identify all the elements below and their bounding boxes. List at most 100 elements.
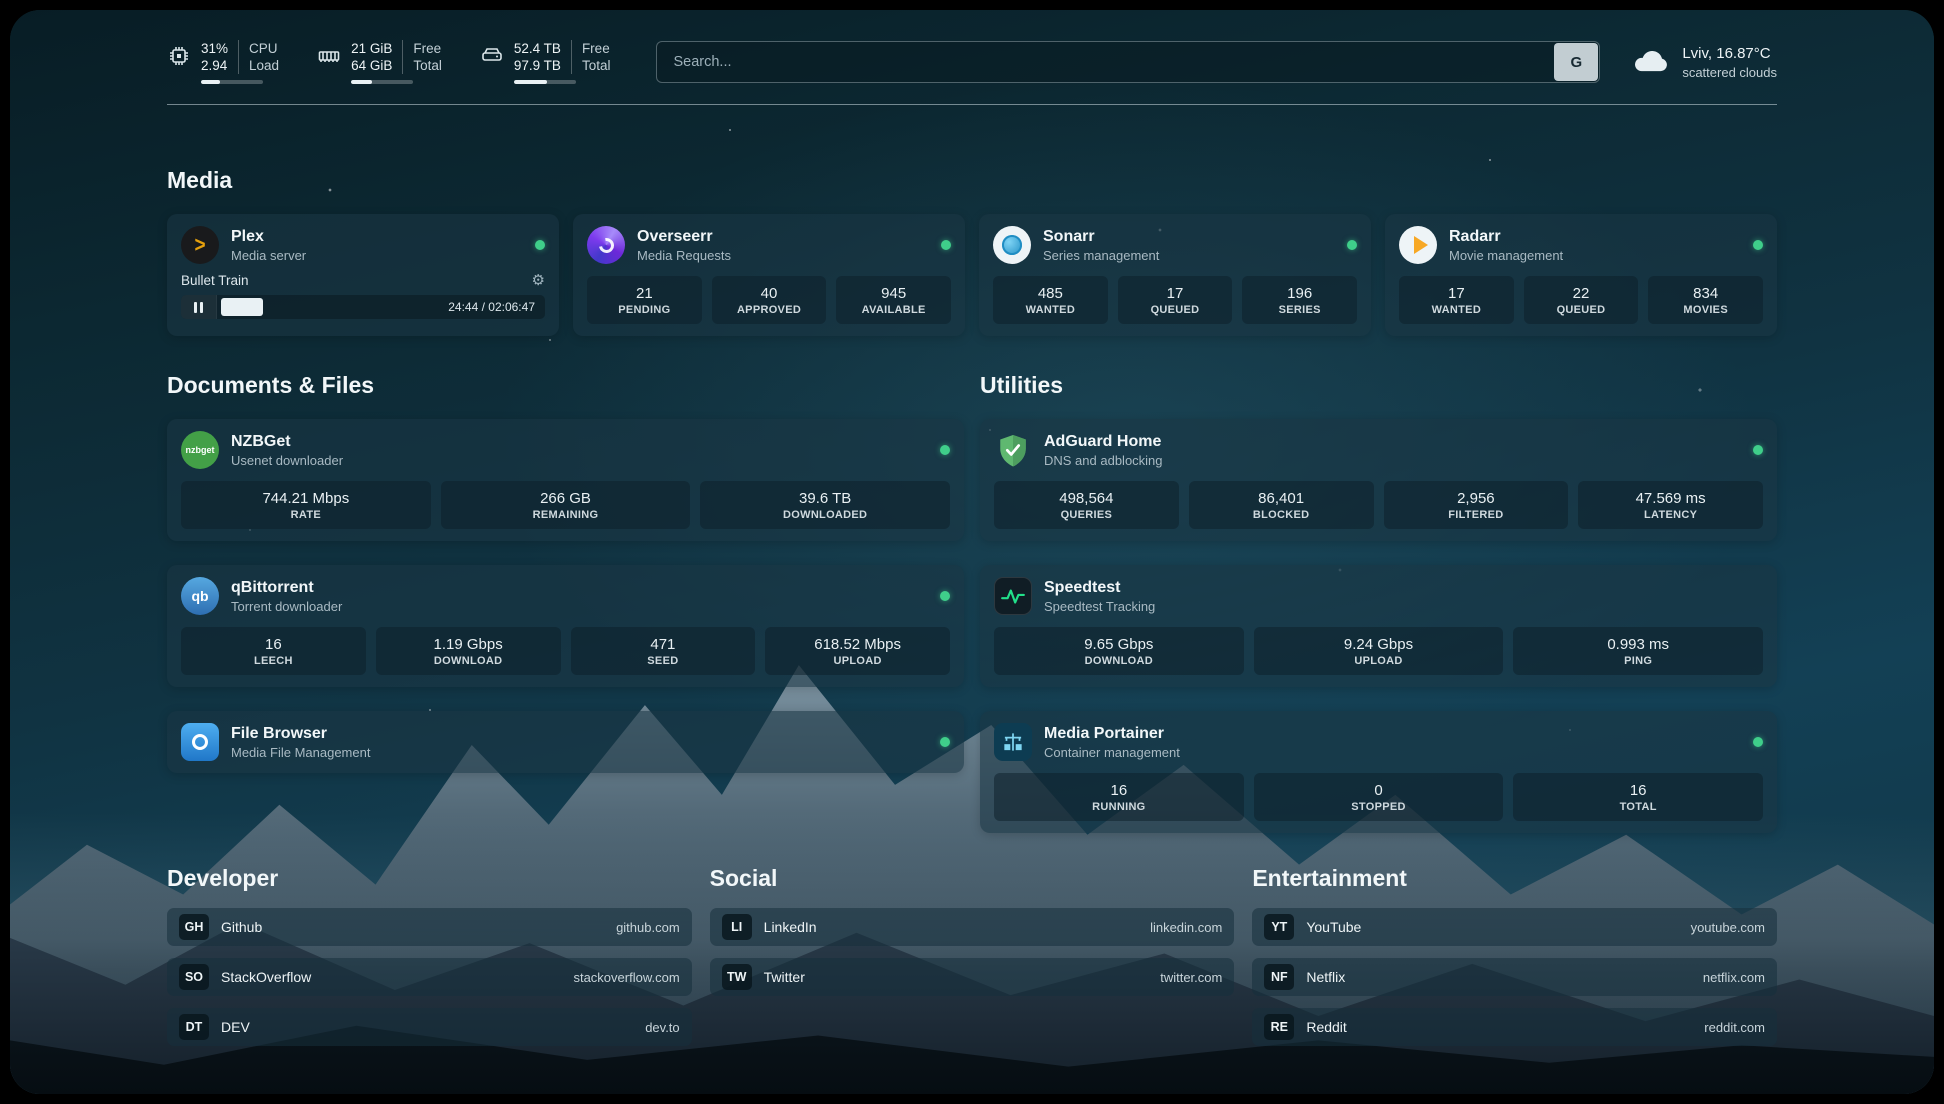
stat-leech: 16LEECH [181,627,366,675]
nzbget-card[interactable]: nzbget NZBGet Usenet downloader 744.21 M… [167,419,964,541]
status-dot-online [1753,240,1763,250]
cpu-usage-bar [201,80,263,84]
documents-section-title: Documents & Files [167,372,964,399]
status-dot-online [1753,445,1763,455]
utilities-cards: AdGuard Home DNS and adblocking 498,564Q… [980,419,1777,833]
disk-free: 52.4 TB [514,40,561,57]
utilities-section: Utilities AdGuard Home DNS and adblockin… [980,372,1777,833]
stat-movies: 834MOVIES [1648,276,1763,324]
app-name: AdGuard Home [1044,433,1163,451]
app-header: Overseerr Media Requests [587,226,951,264]
app-description: Media server [231,248,306,263]
bookmark-twitter[interactable]: TW Twitter twitter.com [710,958,1235,996]
app-description: Media Requests [637,248,731,263]
app-name: Plex [231,228,306,246]
bookmark-name: Reddit [1306,1019,1346,1035]
app-description: Movie management [1449,248,1563,263]
memory-icon [317,44,341,68]
bookmark-stackoverflow[interactable]: SO StackOverflow stackoverflow.com [167,958,692,996]
sonarr-card[interactable]: Sonarr Series management 485WANTED 17QUE… [979,214,1371,336]
cpu-label-top: CPU [249,40,279,57]
topbar-separator [167,104,1777,105]
bookmark-name: Twitter [764,969,805,985]
media-grid: > Plex Media server Bullet Train ⚙ [167,214,1777,336]
bookmark-abbr: TW [722,964,752,990]
social-bookmarks: LI LinkedIn linkedin.com TW Twitter twit… [710,908,1235,996]
status-dot-online [1347,240,1357,250]
stat-running: 16RUNNING [994,773,1244,821]
memory-total: 64 GiB [351,57,392,74]
bookmark-github[interactable]: GH Github github.com [167,908,692,946]
bookmark-linkedin[interactable]: LI LinkedIn linkedin.com [710,908,1235,946]
media-section: Media > Plex Media server Bullet Train ⚙ [167,167,1777,336]
status-dot-online [940,591,950,601]
bookmark-dev[interactable]: DT DEV dev.to [167,1008,692,1046]
app-stats: 16RUNNING 0STOPPED 16TOTAL [994,773,1763,821]
bookmark-name: DEV [221,1019,250,1035]
player-track[interactable] [221,295,434,319]
bookmark-abbr: LI [722,914,752,940]
bookmark-abbr: RE [1264,1014,1294,1040]
stat-downloaded: 39.6 TBDOWNLOADED [700,481,950,529]
bookmark-youtube[interactable]: YT YouTube youtube.com [1252,908,1777,946]
bookmark-url: youtube.com [1691,920,1765,935]
app-name: File Browser [231,725,370,743]
app-header: nzbget NZBGet Usenet downloader [181,431,950,469]
bookmark-reddit[interactable]: RE Reddit reddit.com [1252,1008,1777,1046]
status-dot-online [1753,737,1763,747]
bookmark-name: StackOverflow [221,969,311,985]
radarr-card[interactable]: Radarr Movie management 17WANTED 22QUEUE… [1385,214,1777,336]
cpu-load: 2.94 [201,57,228,74]
bookmark-name: YouTube [1306,919,1361,935]
bookmark-url: linkedin.com [1150,920,1222,935]
search-engine-button[interactable]: G [1554,43,1598,81]
bookmark-name: LinkedIn [764,919,817,935]
player-progress-bar[interactable]: 24:44 / 02:06:47 [181,295,545,319]
now-playing-row: Bullet Train ⚙ [181,273,545,288]
bookmark-url: twitter.com [1160,970,1222,985]
player-settings-icon[interactable]: ⚙ [532,273,545,288]
stat-blocked: 86,401BLOCKED [1189,481,1374,529]
portainer-card[interactable]: Media Portainer Container management 16R… [980,711,1777,833]
disk-label-bottom: Total [582,57,611,74]
developer-section: Developer GH Github github.com SO StackO… [167,865,692,1046]
stat-series: 196SERIES [1242,276,1357,324]
cloud-icon [1630,42,1670,82]
app-stats: 498,564QUERIES 86,401BLOCKED 2,956FILTER… [994,481,1763,529]
app-description: Usenet downloader [231,453,343,468]
plex-icon: > [181,226,219,264]
plex-card[interactable]: > Plex Media server Bullet Train ⚙ [167,214,559,336]
stat-queued: 17QUEUED [1118,276,1233,324]
bookmark-name: Netflix [1306,969,1345,985]
radarr-icon [1399,226,1437,264]
search-input[interactable] [656,41,1600,83]
pause-button[interactable] [181,295,217,319]
documents-section: Documents & Files nzbget NZBGet Usenet d… [167,372,964,833]
speedtest-icon [994,577,1032,615]
app-stats: 21PENDING 40APPROVED 945AVAILABLE [587,276,951,324]
bookmark-url: reddit.com [1704,1020,1765,1035]
app-name: Overseerr [637,228,731,246]
overseerr-card[interactable]: Overseerr Media Requests 21PENDING 40APP… [573,214,965,336]
dashboard-content: 31% 2.94 CPU Load [167,10,1777,1046]
app-description: DNS and adblocking [1044,453,1163,468]
bookmark-netflix[interactable]: NF Netflix netflix.com [1252,958,1777,996]
stat-queued: 22QUEUED [1524,276,1639,324]
stat-upload: 9.24 GbpsUPLOAD [1254,627,1504,675]
search-bar: G [656,41,1600,83]
system-widgets: 31% 2.94 CPU Load [167,40,610,84]
social-section: Social LI LinkedIn linkedin.com TW Twitt… [710,865,1235,1046]
filebrowser-card[interactable]: File Browser Media File Management [167,711,964,773]
speedtest-card[interactable]: Speedtest Speedtest Tracking 9.65 GbpsDO… [980,565,1777,687]
documents-cards: nzbget NZBGet Usenet downloader 744.21 M… [167,419,964,773]
disk-label-top: Free [582,40,611,57]
memory-label-top: Free [413,40,442,57]
stat-approved: 40APPROVED [712,276,827,324]
qbittorrent-card[interactable]: qb qBittorrent Torrent downloader 16LEEC… [167,565,964,687]
memory-label-bottom: Total [413,57,442,74]
entertainment-section-title: Entertainment [1252,865,1777,892]
adguard-card[interactable]: AdGuard Home DNS and adblocking 498,564Q… [980,419,1777,541]
entertainment-section: Entertainment YT YouTube youtube.com NF … [1252,865,1777,1046]
app-description: Torrent downloader [231,599,342,614]
status-dot-online [940,445,950,455]
